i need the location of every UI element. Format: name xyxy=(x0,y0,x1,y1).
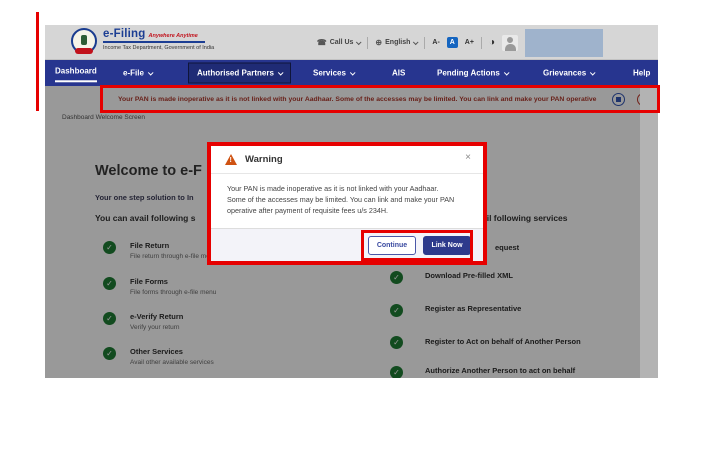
continue-button[interactable]: Continue xyxy=(368,236,416,255)
link-now-button[interactable]: Link Now xyxy=(423,236,471,255)
nav-item-help[interactable]: Help xyxy=(633,69,650,78)
screenshot-root: e-Filing Anywhere Anytime Income Tax Dep… xyxy=(0,0,720,449)
nav-item-label: Dashboard xyxy=(55,66,97,75)
modal-title: Warning xyxy=(245,154,283,165)
modal-close-icon[interactable]: × xyxy=(465,153,471,163)
warning-triangle-icon: ! xyxy=(225,154,237,165)
scrollbar-strip[interactable] xyxy=(640,86,658,378)
main-navigation-bar: Dashboard e-File Authorised Partners Servic… xyxy=(45,60,658,86)
nav-item-label: Authorised Partners xyxy=(197,69,274,78)
nav-item-pending-actions[interactable]: Pending Actions xyxy=(437,69,508,78)
modal-footer: Continue Link Now xyxy=(211,228,483,261)
chevron-down-icon xyxy=(148,69,154,75)
nav-item-grievances[interactable]: Grievances xyxy=(543,69,594,78)
nav-item-label: Grievances xyxy=(543,69,586,78)
modal-body-text: Your PAN is made inoperative as it is no… xyxy=(211,174,473,216)
warning-modal: ! Warning × Your PAN is made inoperative… xyxy=(207,142,487,265)
chevron-down-icon xyxy=(590,69,596,75)
nav-item-services[interactable]: Services xyxy=(313,69,354,78)
nav-item-e-file[interactable]: e-File xyxy=(123,69,152,78)
chevron-down-icon xyxy=(278,69,284,75)
chevron-down-icon xyxy=(350,69,356,75)
annotation-line-left xyxy=(36,12,39,111)
nav-item-label: Help xyxy=(633,69,650,78)
nav-item-label: Pending Actions xyxy=(437,69,500,78)
nav-item-ais[interactable]: AIS xyxy=(392,69,405,78)
chevron-down-icon xyxy=(504,69,510,75)
nav-item-label: Services xyxy=(313,69,346,78)
nav-item-label: e-File xyxy=(123,69,144,78)
nav-item-dashboard[interactable]: Dashboard xyxy=(55,66,97,82)
modal-header: ! Warning × xyxy=(211,146,483,174)
nav-item-authorised-partners[interactable]: Authorised Partners xyxy=(188,63,291,84)
nav-item-label: AIS xyxy=(392,69,405,78)
